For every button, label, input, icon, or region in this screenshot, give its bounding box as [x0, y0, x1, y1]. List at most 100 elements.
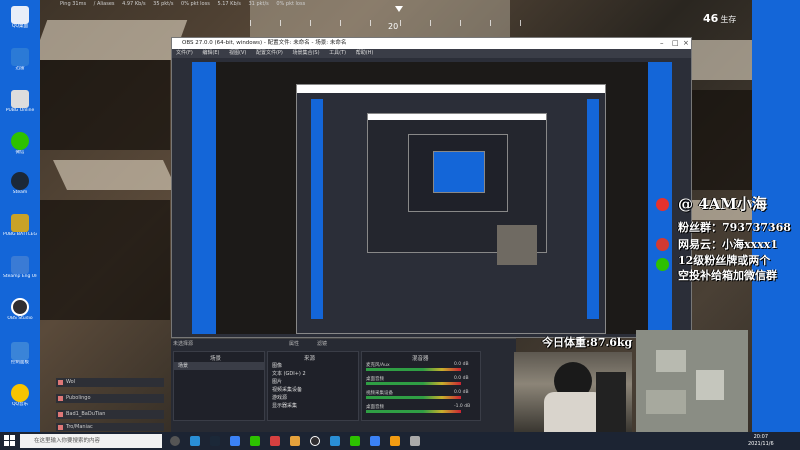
desktop-icon-xunlei[interactable]: 迅雷 — [3, 48, 37, 72]
wechat-taskbar-icon[interactable] — [250, 436, 260, 446]
app-icon — [58, 425, 63, 430]
app-icon — [58, 396, 63, 401]
steam-icon — [11, 172, 29, 190]
sources-header: 来源 — [304, 356, 316, 362]
qqmusic-icon — [11, 384, 29, 402]
filters-button[interactable]: 滤镜 — [317, 340, 327, 347]
app-taskbar-icon[interactable] — [410, 436, 420, 446]
app-list-item[interactable]: Pubolingo — [56, 394, 164, 403]
desktop-icon-obs[interactable]: OBS Studio — [3, 298, 37, 322]
taskbar-search-input[interactable]: 在这里输入你要搜索的内容 — [20, 434, 162, 448]
no-source-selected: 未选择源 — [173, 341, 194, 347]
source-item[interactable]: 游戏源 — [268, 394, 358, 402]
mixer-panel: 混音器 麦克风/Aux 0.0 dB 桌面音频 0.0 dB 视频采集设备 0.0 d… — [361, 351, 481, 421]
volume-meter — [366, 382, 461, 385]
download-packets: 35 pkt/s — [153, 1, 174, 7]
steam-taskbar-icon[interactable] — [210, 436, 220, 446]
source-item[interactable]: 文本 (GDI+) 2 — [268, 370, 358, 378]
edge-icon[interactable] — [190, 436, 200, 446]
region-value: / Aliases — [93, 1, 115, 7]
app-list-item[interactable]: Wol — [56, 378, 164, 387]
obs-window[interactable]: OBS 27.0.0 (64-bit, windows) - 配置文件: 未命名… — [171, 37, 692, 338]
app-icon — [58, 412, 63, 417]
app-icon — [11, 90, 29, 108]
desktop-icon-steam[interactable]: Steam — [3, 172, 37, 196]
compass-marker-icon — [395, 6, 403, 12]
weight-overlay: 今日体重:87.6kg — [542, 336, 633, 349]
obs-titlebar[interactable]: OBS 27.0.0 (64-bit, windows) - 配置文件: 未命名… — [172, 38, 691, 49]
desktop-icon-steam-engine[interactable]: Steamp Eng Ulutu — [3, 256, 37, 280]
folder-icon[interactable] — [290, 436, 300, 446]
app-taskbar-icon[interactable] — [230, 436, 240, 446]
minimize-icon[interactable]: – — [660, 38, 664, 49]
app-list-item[interactable]: Bad1_BaDuTian — [56, 410, 164, 419]
mixer-channel[interactable]: 桌面音频 0.0 dB — [362, 376, 480, 390]
upload-packets: 31 pkt/s — [248, 1, 269, 7]
obs-icon — [11, 298, 29, 316]
alive-count: 46 — [703, 12, 719, 25]
menu-scene-collection[interactable]: 场景集合(S) — [292, 50, 319, 56]
scenes-header: 场景 — [210, 356, 222, 362]
desktop-icon-wechat[interactable]: 微信 — [3, 132, 37, 156]
obs-preview[interactable] — [192, 62, 672, 334]
nested-preview-4 — [433, 151, 485, 193]
wechat-icon — [656, 258, 669, 271]
volume-meter — [366, 368, 461, 371]
app-taskbar-icon[interactable] — [270, 436, 280, 446]
taskbar: 在这里输入你要搜索的内容 20:07 2021/11/6 — [0, 432, 800, 450]
compass-heading: 20 — [388, 22, 399, 31]
menu-file[interactable]: 文件(F) — [176, 50, 193, 56]
task-view-icon[interactable] — [170, 436, 180, 446]
source-item[interactable]: 图片 — [268, 378, 358, 386]
pubg-icon — [11, 214, 29, 232]
sources-panel: 来源 图像 文本 (GDI+) 2 图片 视频采集设备 游戏源 显示器采集 — [267, 351, 359, 421]
app-icon — [11, 48, 29, 66]
obs-menubar: 文件(F) 编辑(E) 视图(V) 配置文件(P) 场景集合(S) 工具(T) … — [172, 49, 691, 58]
close-icon[interactable]: × — [683, 38, 689, 49]
obs-dock[interactable]: 未选择源 属性 滤镜 场景 场景 来源 图像 文本 (GDI+) 2 图片 视频… — [171, 338, 516, 432]
upload-loss: 0% pkt loss — [276, 1, 306, 7]
volume-meter — [366, 410, 461, 413]
netease-music-icon — [656, 238, 669, 251]
app-taskbar-icon[interactable] — [350, 436, 360, 446]
weibo-icon — [656, 198, 669, 211]
ping-value: Ping 31ms — [60, 1, 87, 7]
app-taskbar-icon[interactable] — [370, 436, 380, 446]
scenes-panel: 场景 场景 — [173, 351, 265, 421]
menu-help[interactable]: 帮助(H) — [356, 50, 374, 56]
desktop-icon-qqmusic[interactable]: QQ音乐 — [3, 384, 37, 408]
nested-preview-3 — [408, 134, 508, 212]
app-list-item[interactable]: Tro/Maniac — [56, 423, 164, 431]
properties-button[interactable]: 属性 — [289, 340, 299, 347]
system-clock[interactable]: 20:07 2021/11/6 — [748, 434, 774, 448]
source-item[interactable]: 图像 — [268, 362, 358, 370]
app-icon — [11, 6, 29, 24]
source-item[interactable]: 视频采集设备 — [268, 386, 358, 394]
volume-meter — [366, 396, 461, 399]
overlay-wechat-line1: 12级粉丝牌或两个 — [678, 254, 771, 267]
obs-taskbar-icon[interactable] — [310, 436, 320, 446]
app-icon — [58, 380, 63, 385]
app-taskbar-icon[interactable] — [330, 436, 340, 446]
mixer-channel[interactable]: 视频采集设备 0.0 dB — [362, 390, 480, 404]
desktop-icon-pubg-online[interactable]: PUBG Online — [3, 90, 37, 114]
network-stats: Ping 31ms / Aliases 4.97 Kb/s 35 pkt/s 0… — [60, 1, 311, 7]
overlay-fans-group: 粉丝群：793737368 — [678, 221, 791, 234]
desktop-icon-pubg[interactable]: PUBG BATTLEGROUNDS — [3, 214, 37, 238]
menu-profile[interactable]: 配置文件(P) — [256, 50, 283, 56]
maximize-icon[interactable]: □ — [672, 38, 679, 49]
windows-start-icon[interactable] — [4, 435, 15, 446]
scene-item[interactable]: 场景 — [174, 362, 264, 370]
menu-edit[interactable]: 编辑(E) — [202, 50, 219, 56]
menu-tools[interactable]: 工具(T) — [329, 50, 346, 56]
mixer-channel[interactable]: 桌面音频 -1.0 dB — [362, 404, 480, 418]
menu-view[interactable]: 视图(V) — [229, 50, 246, 56]
app-icon — [11, 256, 29, 274]
source-item[interactable]: 显示器采集 — [268, 402, 358, 410]
app-taskbar-icon[interactable] — [390, 436, 400, 446]
mixer-channel[interactable]: 麦克风/Aux 0.0 dB — [362, 362, 480, 376]
download-rate: 4.97 Kb/s — [122, 1, 146, 7]
obs-title-text: OBS 27.0.0 (64-bit, windows) - 配置文件: 未命名… — [182, 40, 347, 46]
desktop-icon-control-panel[interactable]: 控制面板 — [3, 342, 37, 366]
desktop-icon-qq[interactable]: QQ桌面 — [3, 6, 37, 30]
